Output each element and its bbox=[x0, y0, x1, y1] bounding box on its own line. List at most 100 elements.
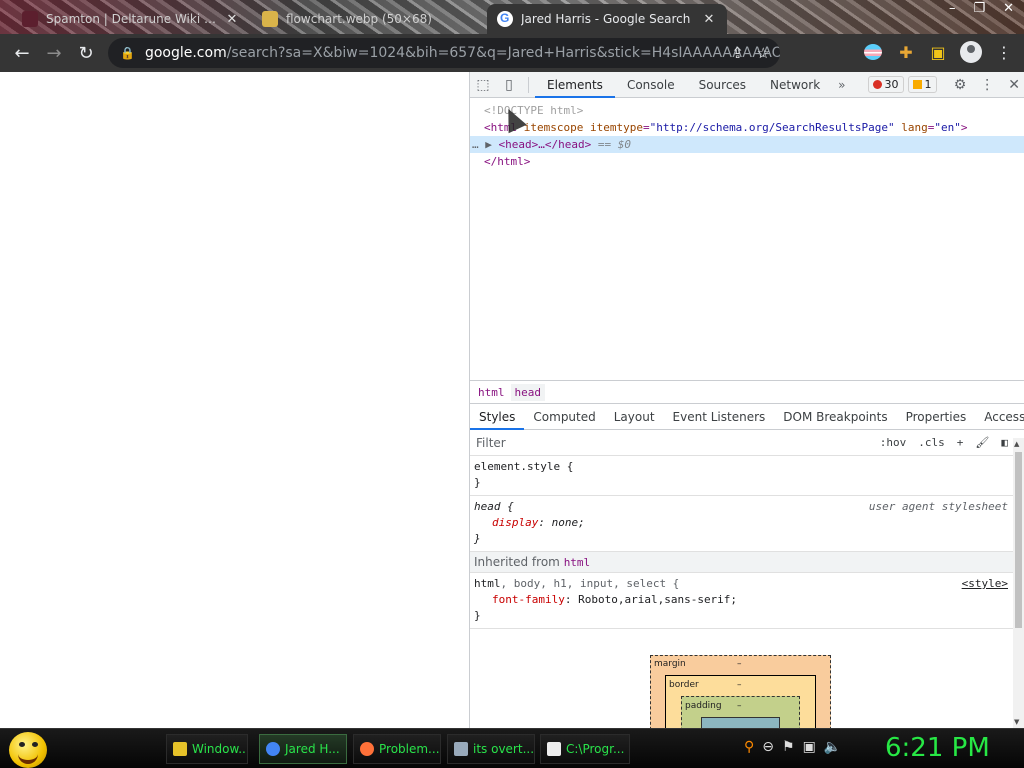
network-icon[interactable]: ▣ bbox=[803, 739, 816, 755]
property-value: none; bbox=[551, 516, 585, 529]
dom-node-head[interactable]: … ▶ <head>…</head> == $0 bbox=[470, 136, 1024, 153]
rule-origin-link[interactable]: <style> bbox=[962, 576, 1008, 592]
tab-styles[interactable]: Styles bbox=[470, 404, 525, 430]
styles-scrollbar[interactable]: ▲ ▼ bbox=[1013, 438, 1024, 728]
hover-state-toggle[interactable]: :hov bbox=[880, 436, 907, 449]
taskbar-item-windows[interactable]: Window... bbox=[166, 734, 248, 764]
clock[interactable]: 6:21 PM bbox=[885, 733, 990, 763]
inherited-tag-link[interactable]: html bbox=[564, 556, 591, 569]
tab-elements[interactable]: Elements bbox=[535, 72, 615, 98]
tab-computed[interactable]: Computed bbox=[524, 404, 604, 430]
close-window-icon[interactable]: ✕ bbox=[1003, 1, 1014, 16]
minus-circle-icon[interactable]: ⊖ bbox=[762, 739, 774, 755]
start-smiley-icon[interactable] bbox=[9, 732, 47, 768]
taskbar-item-7zip[interactable]: C:\Progr... bbox=[540, 734, 630, 764]
maximize-icon[interactable]: ❐ bbox=[973, 1, 985, 16]
expand-triangle-icon[interactable]: ▶ bbox=[485, 138, 492, 151]
volume-icon[interactable]: 🔈 bbox=[824, 739, 841, 755]
tab-dom-breakpoints[interactable]: DOM Breakpoints bbox=[774, 404, 896, 430]
share-icon[interactable]: ⇪ bbox=[731, 44, 744, 62]
dom-node-doctype[interactable]: <!DOCTYPE html> bbox=[470, 102, 1024, 119]
styles-filter-input[interactable] bbox=[476, 435, 806, 450]
chrome-icon bbox=[266, 742, 280, 756]
forward-arrow-icon[interactable]: → bbox=[38, 43, 70, 64]
taskbar-item-chrome[interactable]: Jared H... bbox=[259, 734, 347, 764]
extensions-puzzle-icon[interactable]: ✚ bbox=[896, 42, 916, 62]
warning-count-badge[interactable]: 1 bbox=[907, 76, 937, 93]
selector-rest: , body, h1, input, select { bbox=[500, 577, 680, 590]
class-toggle[interactable]: .cls bbox=[918, 436, 945, 449]
address-bar[interactable]: 🔒 google.com/search?sa=X&biw=1024&bih=65… bbox=[108, 38, 780, 68]
rule-font-family[interactable]: <style> html, body, h1, input, select { … bbox=[470, 573, 1024, 629]
notepad-icon bbox=[454, 742, 468, 756]
error-count: 30 bbox=[884, 78, 899, 91]
search-icon[interactable]: ⚲ bbox=[744, 739, 754, 755]
rule-head[interactable]: user agent stylesheet head { display: no… bbox=[470, 496, 1024, 552]
firefox-icon bbox=[360, 742, 374, 756]
paint-brush-icon[interactable]: 🖌 bbox=[975, 436, 989, 449]
padding-value[interactable]: – bbox=[737, 701, 742, 711]
inspect-element-icon[interactable]: ⬚ bbox=[470, 77, 496, 93]
google-favicon-icon bbox=[497, 11, 513, 27]
rule-close: } bbox=[474, 609, 481, 622]
breadcrumb: html head bbox=[470, 380, 1024, 404]
tab-network[interactable]: Network bbox=[758, 72, 832, 98]
browser-tab-spamton[interactable]: Spamton | Deltarune Wiki | Fand ✕ bbox=[12, 4, 250, 34]
devtools-menu-icon[interactable]: ⋮ bbox=[980, 77, 994, 93]
tab-event-listeners[interactable]: Event Listeners bbox=[664, 404, 775, 430]
new-rule-plus-icon[interactable]: + bbox=[957, 436, 964, 449]
error-count-badge[interactable]: 30 bbox=[867, 76, 904, 93]
taskbar-item-notepad[interactable]: its overt... bbox=[447, 734, 535, 764]
inherited-label: Inherited from bbox=[474, 555, 560, 569]
browser-tab-flowchart[interactable]: flowchart.webp (50×68) bbox=[252, 4, 484, 34]
rule-selector: html, body, h1, input, select { bbox=[474, 576, 1020, 592]
box-model-content[interactable] bbox=[701, 717, 780, 728]
browser-tab-google[interactable]: Jared Harris - Google Search ✕ bbox=[487, 4, 727, 34]
side-panel-icon[interactable]: ▣ bbox=[928, 42, 948, 62]
css-property[interactable]: display: none; bbox=[474, 515, 1020, 531]
tab-console[interactable]: Console bbox=[615, 72, 687, 98]
css-property[interactable]: font-family: Roboto,arial,sans-serif; bbox=[474, 592, 1020, 608]
tab-sources[interactable]: Sources bbox=[687, 72, 758, 98]
rule-element-style[interactable]: element.style { } bbox=[470, 456, 1024, 496]
rule-close: } bbox=[474, 532, 481, 545]
scroll-up-arrow-icon[interactable]: ▲ bbox=[1014, 440, 1019, 448]
taskbar-item-firefox[interactable]: Problem... bbox=[353, 734, 441, 764]
more-tabs-icon[interactable]: » bbox=[832, 78, 851, 92]
divider bbox=[528, 76, 529, 93]
folder-icon bbox=[173, 742, 187, 756]
url-host: google.com bbox=[144, 45, 227, 61]
breadcrumb-html[interactable]: html bbox=[474, 384, 509, 401]
close-icon[interactable]: ✕ bbox=[224, 12, 240, 27]
rule-origin: user agent stylesheet bbox=[868, 500, 1008, 513]
attr-name: itemscope bbox=[523, 121, 584, 134]
scroll-down-arrow-icon[interactable]: ▼ bbox=[1014, 718, 1019, 726]
minimize-icon[interactable]: – bbox=[949, 1, 956, 16]
margin-value[interactable]: – bbox=[737, 659, 742, 669]
scrollbar-thumb[interactable] bbox=[1015, 452, 1022, 628]
device-toolbar-icon[interactable]: ▯ bbox=[496, 77, 522, 93]
tab-properties[interactable]: Properties bbox=[897, 404, 976, 430]
breadcrumb-head[interactable]: head bbox=[510, 383, 545, 401]
back-arrow-icon[interactable]: ← bbox=[6, 43, 38, 64]
rule-close: } bbox=[474, 476, 481, 489]
system-tray: ⚲ ⊖ ⚑ ▣ 🔈 bbox=[744, 739, 841, 755]
dom-node-html-close[interactable]: </html> bbox=[470, 153, 1024, 170]
flag-extension-icon[interactable] bbox=[864, 44, 882, 60]
dom-node-html[interactable]: <html itemscope itemtype="http://schema.… bbox=[470, 119, 1024, 136]
close-icon[interactable]: ✕ bbox=[701, 12, 717, 27]
styles-filter-bar: :hov .cls + 🖌 ◧ bbox=[470, 430, 1024, 456]
settings-gear-icon[interactable]: ⚙ bbox=[954, 77, 967, 93]
tab-accessibility[interactable]: Accessibility bbox=[975, 404, 1024, 430]
tab-layout[interactable]: Layout bbox=[605, 404, 664, 430]
lock-icon: 🔒 bbox=[120, 46, 135, 60]
flag-icon[interactable]: ⚑ bbox=[782, 739, 795, 755]
border-value[interactable]: – bbox=[737, 680, 742, 690]
reload-icon[interactable]: ↻ bbox=[70, 43, 102, 64]
profile-avatar-icon[interactable] bbox=[960, 41, 982, 63]
kebab-menu-icon[interactable]: ⋮ bbox=[994, 42, 1014, 62]
close-devtools-icon[interactable]: ✕ bbox=[1008, 77, 1020, 93]
property-name: font-family bbox=[492, 593, 565, 606]
bookmark-star-icon[interactable]: ☆ bbox=[757, 44, 770, 62]
toggle-sidebar-icon[interactable]: ◧ bbox=[1001, 436, 1008, 449]
